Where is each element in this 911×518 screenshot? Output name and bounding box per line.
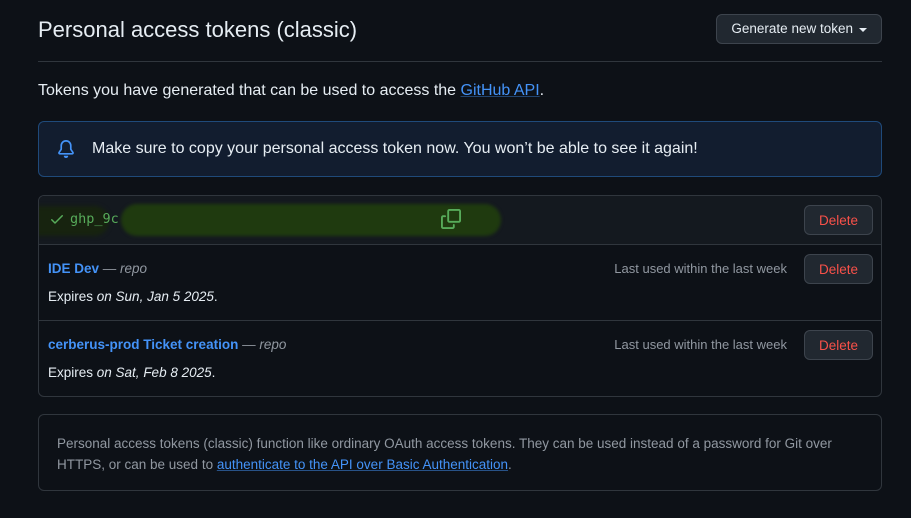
token-scope: repo <box>120 261 148 276</box>
info-box: Personal access tokens (classic) functio… <box>38 414 882 491</box>
token-last-used: Last used within the last week <box>614 337 787 352</box>
token-name-link[interactable]: IDE Dev <box>48 261 99 276</box>
page-title: Personal access tokens (classic) <box>38 16 358 42</box>
delete-new-token-button[interactable]: Delete <box>804 205 873 235</box>
new-token-row: ghp_9c Delete <box>39 196 881 245</box>
github-api-link[interactable]: GitHub API <box>461 82 540 99</box>
delete-token-button[interactable]: Delete <box>804 254 873 284</box>
generate-new-token-button[interactable]: Generate new token <box>716 13 882 44</box>
token-scope: repo <box>259 337 287 352</box>
caret-down-icon <box>859 27 867 32</box>
check-icon <box>49 211 65 232</box>
intro-text: Tokens you have generated that can be us… <box>38 82 882 100</box>
token-row-cerberus-prod: cerberus-prod Ticket creation — repo Exp… <box>39 321 881 396</box>
expires-date: on Sun, Jan 5 2025 <box>96 289 214 304</box>
info-suffix: . <box>508 457 512 472</box>
notice-text: Make sure to copy your personal access t… <box>92 140 698 157</box>
token-separator: — <box>238 337 260 352</box>
new-token-value[interactable]: ghp_9c <box>70 211 119 227</box>
token-separator: — <box>99 261 121 276</box>
expires-suffix: . <box>213 289 218 304</box>
intro-text-suffix: . <box>539 82 545 99</box>
token-row-ide-dev: IDE Dev — repo Expires on Sun, Jan 5 202… <box>39 245 881 321</box>
token-expiry: Expires on Sun, Jan 5 2025. <box>48 289 218 304</box>
intro-text-body: Tokens you have generated that can be us… <box>38 82 461 99</box>
expires-label: Expires <box>48 365 97 380</box>
copy-icon[interactable] <box>441 209 461 234</box>
token-list: ghp_9c Delete IDE Dev — repo Expires on … <box>38 195 882 397</box>
expires-date: on Sat, Feb 8 2025 <box>96 365 212 380</box>
basic-auth-link[interactable]: authenticate to the API over Basic Authe… <box>217 457 508 472</box>
token-title: IDE Dev — repo <box>48 261 147 276</box>
generate-new-token-label: Generate new token <box>731 21 853 36</box>
token-name-link[interactable]: cerberus-prod Ticket creation <box>48 337 238 352</box>
settings-page: Personal access tokens (classic) Generat… <box>38 0 882 491</box>
expires-label: Expires <box>48 289 97 304</box>
token-expiry: Expires on Sat, Feb 8 2025. <box>48 365 215 380</box>
page-header: Personal access tokens (classic) Generat… <box>38 0 882 62</box>
copy-token-notice: Make sure to copy your personal access t… <box>38 121 882 177</box>
expires-suffix: . <box>211 365 216 380</box>
token-last-used: Last used within the last week <box>614 261 787 276</box>
bell-icon <box>57 140 77 158</box>
token-title: cerberus-prod Ticket creation — repo <box>48 337 286 352</box>
delete-token-button[interactable]: Delete <box>804 330 873 360</box>
